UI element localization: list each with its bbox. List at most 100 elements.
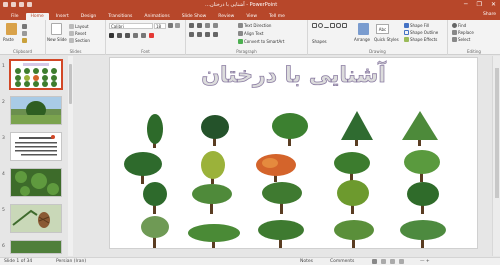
redo-icon[interactable] — [19, 2, 24, 7]
replace-button[interactable]: Replace — [452, 30, 474, 35]
tree-image[interactable] — [256, 218, 306, 248]
slide-scroll-thumb[interactable] — [495, 68, 499, 198]
font-color-icon[interactable] — [149, 33, 154, 38]
comments-button[interactable]: Comments — [330, 259, 354, 264]
tab-transitions[interactable]: Transitions — [103, 13, 137, 20]
thumbnail-slide-2[interactable] — [10, 96, 62, 125]
tree-image[interactable] — [198, 114, 232, 146]
slide-title[interactable]: آشنایی با درختان — [110, 63, 477, 89]
align-right-icon[interactable] — [205, 32, 210, 37]
zoom-slider[interactable]: — + — [420, 259, 430, 264]
tree-image[interactable] — [402, 148, 442, 182]
tree-image[interactable] — [254, 152, 298, 182]
shadow-icon[interactable] — [141, 33, 146, 38]
shape-outline-button[interactable]: Shape Outline — [404, 30, 438, 35]
arrange-icon[interactable] — [358, 23, 369, 35]
tab-tell-me[interactable]: Tell me — [264, 13, 290, 20]
new-slide-icon[interactable] — [51, 23, 62, 35]
quick-styles-button[interactable]: Abc — [376, 24, 389, 34]
present-icon[interactable] — [27, 2, 32, 7]
numbering-icon[interactable] — [197, 23, 202, 28]
thumbnail-slide-3[interactable] — [10, 132, 62, 161]
slide-canvas[interactable]: آشنایی با درختان — [109, 57, 478, 249]
tab-animations[interactable]: Animations — [139, 13, 174, 20]
increase-indent-icon[interactable] — [213, 23, 218, 28]
tab-insert[interactable]: Insert — [51, 13, 74, 20]
grow-font-button[interactable] — [168, 23, 173, 28]
shape-fill-button[interactable]: Shape Fill — [404, 23, 429, 28]
thumbnail-slide-6[interactable] — [10, 240, 62, 254]
reading-view-icon[interactable] — [390, 259, 395, 264]
save-icon[interactable] — [3, 2, 8, 7]
tab-review[interactable]: Review — [213, 13, 239, 20]
bullets-icon[interactable] — [189, 23, 194, 28]
smartart-icon — [238, 39, 243, 44]
normal-view-icon[interactable] — [372, 259, 377, 264]
align-text-button[interactable]: Align Text — [238, 31, 263, 36]
tree-image[interactable] — [190, 182, 234, 214]
tree-image[interactable] — [270, 112, 310, 146]
minimize-button[interactable]: ─ — [464, 1, 468, 8]
tree-image[interactable] — [338, 110, 376, 146]
tree-image[interactable] — [122, 150, 164, 184]
reset-button[interactable]: Reset — [69, 31, 86, 36]
new-slide-button[interactable]: New Slide — [47, 37, 67, 42]
strikethrough-icon[interactable] — [133, 33, 138, 38]
find-button[interactable]: Find — [452, 23, 466, 28]
bold-icon[interactable] — [109, 33, 114, 38]
tab-home[interactable]: Home — [25, 13, 49, 20]
cut-button[interactable] — [22, 24, 27, 29]
effects-icon — [404, 37, 409, 42]
slide-sorter-icon[interactable] — [381, 259, 386, 264]
restore-button[interactable]: ❐ — [477, 1, 482, 8]
shape-effects-button[interactable]: Shape Effects — [404, 37, 437, 42]
tree-image[interactable] — [260, 180, 304, 214]
tree-image[interactable] — [334, 178, 372, 214]
font-name-select[interactable]: Calibri — [109, 23, 153, 29]
language-indicator[interactable]: Persian (Iran) — [56, 259, 86, 264]
thumbnail-slide-5[interactable] — [10, 204, 62, 233]
shrink-font-button[interactable] — [175, 23, 180, 28]
slideshow-view-icon[interactable] — [399, 259, 404, 264]
align-center-icon[interactable] — [197, 32, 202, 37]
copy-button[interactable] — [22, 31, 27, 36]
text-direction-button[interactable]: Text Direction — [238, 23, 271, 28]
thumbnail-scrollbar[interactable] — [68, 56, 73, 256]
tree-image[interactable] — [400, 110, 440, 146]
italic-icon[interactable] — [117, 33, 122, 38]
share-button[interactable]: Share — [483, 12, 496, 17]
font-size-select[interactable]: 18 — [154, 23, 166, 29]
tree-image[interactable] — [198, 150, 228, 184]
slide-scrollbar[interactable] — [492, 56, 500, 256]
undo-icon[interactable] — [11, 2, 16, 7]
shapes-gallery[interactable] — [312, 23, 352, 28]
tree-image[interactable] — [398, 218, 448, 248]
section-button[interactable]: Section — [69, 38, 90, 43]
tab-view[interactable]: View — [241, 13, 262, 20]
format-painter-button[interactable] — [22, 38, 27, 43]
thumbnail-scroll-thumb[interactable] — [69, 64, 72, 104]
thumbnail-slide-1[interactable] — [9, 59, 63, 90]
underline-icon[interactable] — [125, 33, 130, 38]
arrange-button[interactable]: Arrange — [354, 37, 370, 42]
tree-image[interactable] — [140, 180, 170, 214]
paste-button[interactable]: Paste — [3, 37, 14, 42]
tab-design[interactable]: Design — [76, 13, 102, 20]
justify-icon[interactable] — [213, 32, 218, 37]
tab-slide-show[interactable]: Slide Show — [177, 13, 212, 20]
thumbnail-slide-4[interactable] — [10, 168, 62, 197]
tree-image[interactable] — [140, 114, 170, 148]
tab-file[interactable]: File — [6, 13, 24, 20]
tree-image[interactable] — [186, 222, 242, 248]
notes-button[interactable]: Notes — [300, 259, 313, 264]
layout-button[interactable]: Layout — [69, 24, 89, 29]
align-left-icon[interactable] — [189, 32, 194, 37]
tree-image[interactable] — [136, 214, 174, 248]
paste-icon[interactable] — [6, 23, 17, 35]
close-button[interactable]: ✕ — [491, 1, 496, 8]
decrease-indent-icon[interactable] — [205, 23, 210, 28]
convert-smartart-button[interactable]: Convert to SmartArt — [238, 39, 284, 44]
select-button[interactable]: Select — [452, 37, 470, 42]
tree-image[interactable] — [404, 180, 442, 214]
tree-image[interactable] — [332, 218, 376, 248]
